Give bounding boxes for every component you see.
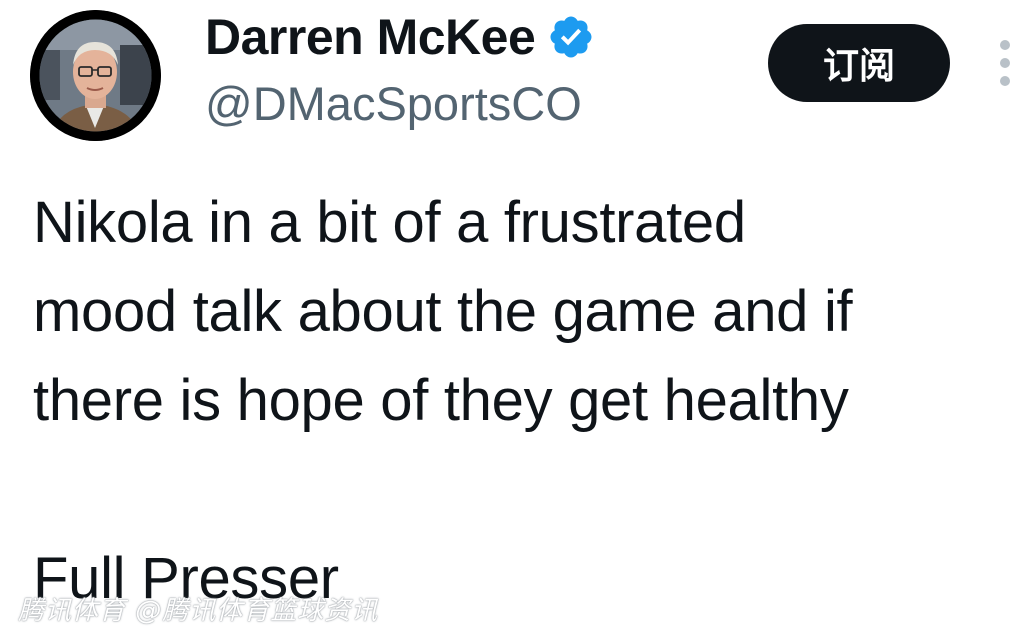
author-handle[interactable]: @DMacSportsCO: [205, 76, 582, 131]
verified-badge-icon[interactable]: [547, 13, 595, 61]
dot: [1000, 40, 1010, 50]
avatar-photo: [30, 10, 161, 141]
author-display-name[interactable]: Darren McKee: [205, 8, 536, 66]
tweet-text: Nikola in a bit of a frustrated mood tal…: [33, 190, 853, 611]
author-name-row: Darren McKee: [205, 8, 595, 66]
subscribe-button[interactable]: 订阅: [768, 24, 950, 102]
more-options-icon[interactable]: [995, 40, 1015, 86]
dot: [1000, 76, 1010, 86]
author-avatar[interactable]: [30, 10, 161, 141]
dot: [1000, 58, 1010, 68]
watermark-text: 腾讯体育 @腾讯体育篮球资讯: [18, 596, 379, 626]
